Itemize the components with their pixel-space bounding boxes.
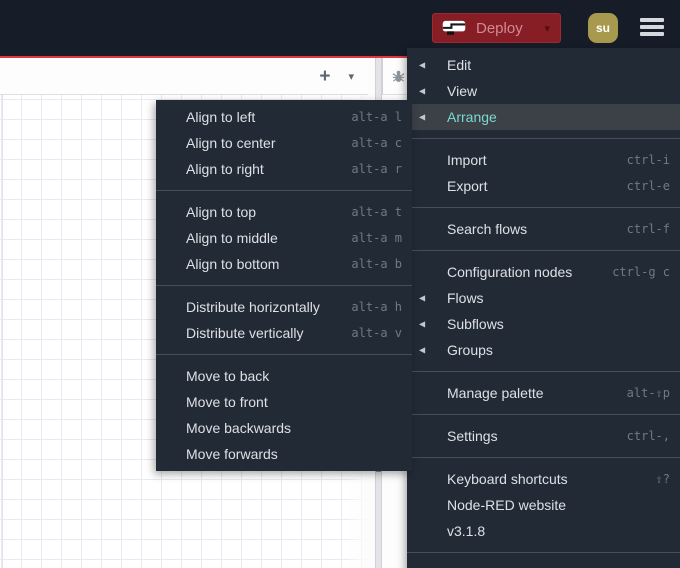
menu-item-align-to-top[interactable]: Align to top alt-a t <box>156 199 412 225</box>
menu-item-v3-1-8[interactable]: v3.1.8 <box>407 518 680 544</box>
menu-divider <box>407 250 680 251</box>
menu-item-shortcut: ctrl-g c <box>612 265 670 279</box>
menu-item-shortcut: alt-⇧p <box>626 386 670 400</box>
menu-divider <box>407 457 680 458</box>
menu-item-align-to-right[interactable]: Align to right alt-a r <box>156 156 412 182</box>
menu-item-shortcut: alt-a t <box>351 205 402 219</box>
menu-divider <box>156 285 412 286</box>
menu-item-label: Align to center <box>186 135 276 151</box>
menu-item-shortcut: ctrl-e <box>626 179 670 193</box>
menu-item-label: Search flows <box>447 221 528 237</box>
menu-item-shortcut: alt-a v <box>351 326 402 340</box>
debug-bug-icon <box>391 69 406 84</box>
menu-item-manage-palette[interactable]: Manage palette alt-⇧p <box>407 380 680 406</box>
menu-item-label: Configuration nodes <box>447 264 573 280</box>
menu-item-settings[interactable]: Settings ctrl-, <box>407 423 680 449</box>
menu-divider <box>407 138 680 139</box>
menu-item-import[interactable]: Import ctrl-i <box>407 147 680 173</box>
submenu-arrow-icon: ◀ <box>419 293 426 303</box>
menu-item-groups[interactable]: ◀ Groups <box>407 337 680 363</box>
menu-item-label: v3.1.8 <box>447 523 486 539</box>
menu-item-label: Import <box>447 152 487 168</box>
submenu-arrow-icon: ◀ <box>419 60 426 70</box>
menu-item-arrange[interactable]: ◀ Arrange <box>407 104 680 130</box>
menu-item-edit[interactable]: ◀ Edit <box>407 52 680 78</box>
menu-item-align-to-center[interactable]: Align to center alt-a c <box>156 130 412 156</box>
menu-item-distribute-vertically[interactable]: Distribute vertically alt-a v <box>156 320 412 346</box>
menu-item-label: Move to back <box>186 368 270 384</box>
menu-item-label: Move forwards <box>186 446 278 462</box>
menu-item-label: Manage palette <box>447 385 544 401</box>
deploy-button[interactable]: Deploy ▾ <box>432 13 561 43</box>
menu-item-align-to-left[interactable]: Align to left alt-a l <box>156 104 412 130</box>
menu-item-shortcut: ⇧? <box>655 472 670 486</box>
menu-item-search-flows[interactable]: Search flows ctrl-f <box>407 216 680 242</box>
menu-item-keyboard-shortcuts[interactable]: Keyboard shortcuts ⇧? <box>407 466 680 492</box>
menu-item-shortcut: ctrl-i <box>626 153 670 167</box>
menu-item-export[interactable]: Export ctrl-e <box>407 173 680 199</box>
menu-item-label: Node-RED website <box>447 497 567 513</box>
user-avatar[interactable]: su <box>588 13 618 43</box>
menu-item-move-backwards[interactable]: Move backwards <box>156 415 412 441</box>
menu-item-label: Distribute horizontally <box>186 299 320 315</box>
menu-item-label: View <box>447 83 478 99</box>
menu-divider <box>407 371 680 372</box>
deploy-button-label: Deploy <box>476 19 523 37</box>
submenu-arrow-icon: ◀ <box>419 319 426 329</box>
menu-divider <box>156 190 412 191</box>
submenu-arrow-icon: ◀ <box>419 345 426 355</box>
menu-item-label: Align to left <box>186 109 256 125</box>
arrange-submenu: Align to left alt-a l Align to center alt-a… <box>156 100 412 471</box>
menu-divider <box>407 414 680 415</box>
add-flow-button[interactable]: + <box>319 67 330 86</box>
menu-item-label: Groups <box>447 342 493 358</box>
menu-item-move-to-front[interactable]: Move to front <box>156 389 412 415</box>
flow-tabbar: + ▾ <box>0 58 368 95</box>
menu-item-shortcut: alt-a h <box>351 300 402 314</box>
menu-item-shortcut: alt-a l <box>351 110 402 124</box>
main-menu-button[interactable] <box>640 18 664 38</box>
menu-item-label: Settings <box>447 428 498 444</box>
deploy-options-caret-icon[interactable]: ▾ <box>544 22 550 35</box>
menu-item-shortcut: ctrl-f <box>626 222 670 236</box>
menu-item-label: Flows <box>447 290 484 306</box>
menu-divider <box>407 207 680 208</box>
menu-item-node-red-website[interactable]: Node-RED website <box>407 492 680 518</box>
menu-item-label: Align to right <box>186 161 264 177</box>
menu-item-label: Arrange <box>447 109 497 125</box>
menu-item-label: Subflows <box>447 316 504 332</box>
menu-item-label: Distribute vertically <box>186 325 304 341</box>
menu-item-label: Align to top <box>186 204 257 220</box>
menu-divider <box>407 552 680 553</box>
tabbar-actions: + ▾ <box>319 67 354 86</box>
menu-item-distribute-horizontally[interactable]: Distribute horizontally alt-a h <box>156 294 412 320</box>
menu-item-label: Move to front <box>186 394 268 410</box>
menu-item-move-to-back[interactable]: Move to back <box>156 363 412 389</box>
menu-item-view[interactable]: ◀ View <box>407 78 680 104</box>
canvas-left-border <box>2 58 3 568</box>
menu-item-move-forwards[interactable]: Move forwards <box>156 441 412 467</box>
submenu-arrow-icon: ◀ <box>419 112 426 122</box>
main-menu: ◀ Edit ◀ View ◀ Arrange Import ctrl-i Export ctrl… <box>407 48 680 568</box>
flow-list-dropdown-button[interactable]: ▾ <box>348 70 354 83</box>
menu-divider <box>156 354 412 355</box>
menu-item-label: Export <box>447 178 488 194</box>
menu-item-shortcut: ctrl-, <box>626 429 670 443</box>
submenu-arrow-icon: ◀ <box>419 86 426 96</box>
menu-item-shortcut: alt-a c <box>351 136 402 150</box>
menu-item-shortcut: alt-a m <box>351 231 402 245</box>
menu-item-label: Edit <box>447 57 472 73</box>
menu-item-configuration-nodes[interactable]: Configuration nodes ctrl-g c <box>407 259 680 285</box>
menu-item-shortcut: alt-a r <box>351 162 402 176</box>
menu-item-subflows[interactable]: ◀ Subflows <box>407 311 680 337</box>
menu-item-align-to-middle[interactable]: Align to middle alt-a m <box>156 225 412 251</box>
deploy-node-icon <box>441 18 467 39</box>
menu-item-flows[interactable]: ◀ Flows <box>407 285 680 311</box>
menu-item-shortcut: alt-a b <box>351 257 402 271</box>
menu-item-label: Align to middle <box>186 230 278 246</box>
menu-item-label: Keyboard shortcuts <box>447 471 568 487</box>
menu-item-align-to-bottom[interactable]: Align to bottom alt-a b <box>156 251 412 277</box>
menu-item-label: Align to bottom <box>186 256 280 272</box>
menu-item-label: Move backwards <box>186 420 292 436</box>
